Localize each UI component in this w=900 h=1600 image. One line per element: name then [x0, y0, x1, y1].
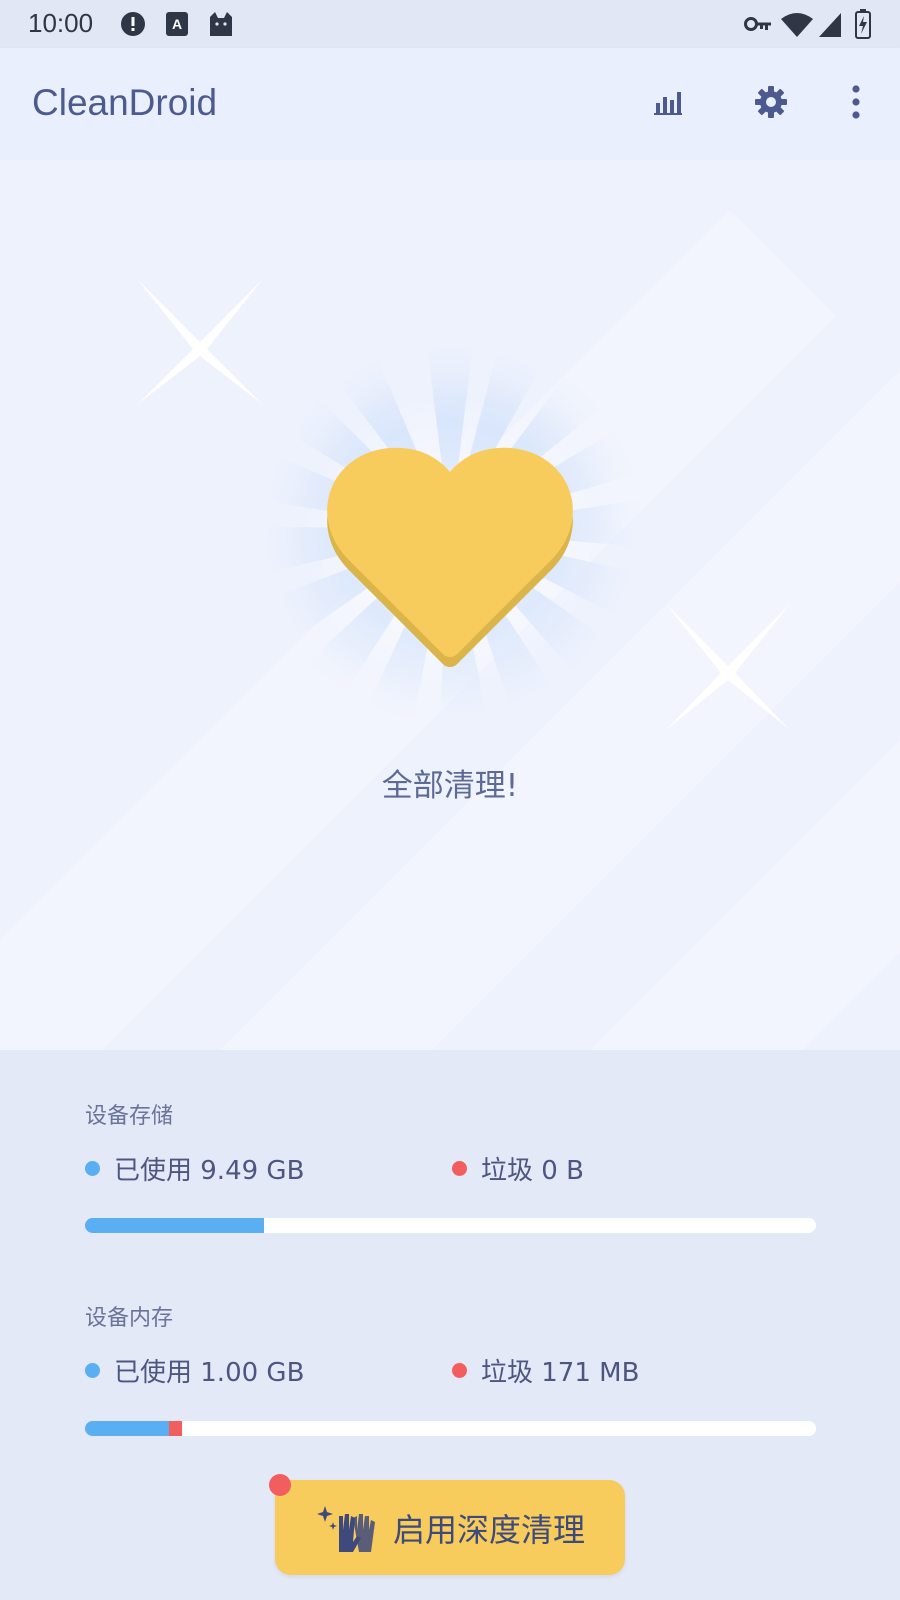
storage-junk-label: 垃圾 0 B — [481, 1156, 584, 1186]
junk-dot — [452, 1161, 467, 1176]
alert-circle-icon — [120, 11, 146, 41]
svg-text:A: A — [172, 16, 182, 32]
memory-title: 设备内存 — [85, 1306, 174, 1331]
used-dot — [85, 1363, 100, 1378]
memory-used-label: 已使用 1.00 GB — [114, 1358, 305, 1388]
deep-clean-label: 启用深度清理 — [392, 1510, 585, 1549]
a-square-icon: A — [165, 11, 189, 41]
app-title: CleanDroid — [32, 82, 218, 123]
hero-panel: 全部清理! — [0, 160, 900, 1050]
settings-button[interactable] — [743, 76, 799, 132]
memory-junk-label: 垃圾 171 MB — [481, 1358, 640, 1388]
gloves-sparkle-icon — [315, 1502, 377, 1554]
wifi-icon — [780, 12, 814, 42]
storage-progress-bar — [85, 1218, 816, 1233]
app-bar: CleanDroid — [0, 48, 900, 160]
sparkle-icon — [666, 604, 790, 730]
cat-icon — [207, 11, 235, 41]
storage-title: 设备存储 — [85, 1104, 174, 1129]
status-time: 10:00 — [28, 8, 94, 38]
storage-used-legend: 已使用 9.49 GB — [85, 1150, 304, 1187]
bar-chart-icon — [653, 88, 683, 120]
used-dot — [85, 1161, 100, 1176]
memory-progress-bar — [85, 1421, 816, 1436]
storage-used-fill — [85, 1218, 265, 1233]
storage-used-label: 已使用 9.49 GB — [114, 1156, 305, 1186]
signal-icon — [818, 12, 842, 42]
battery-charging-icon — [855, 9, 871, 43]
sparkle-icon — [138, 280, 262, 404]
notification-badge — [269, 1474, 291, 1496]
more-options-button[interactable] — [828, 76, 884, 132]
memory-junk-legend: 垃圾 171 MB — [452, 1352, 639, 1389]
junk-dot — [452, 1363, 467, 1378]
key-icon — [744, 14, 772, 38]
storage-junk-legend: 垃圾 0 B — [452, 1150, 584, 1187]
memory-used-legend: 已使用 1.00 GB — [85, 1352, 304, 1389]
memory-junk-fill — [169, 1421, 183, 1436]
memory-used-fill — [85, 1421, 170, 1436]
hero-illustration — [138, 280, 790, 732]
status-bar: 10:00 A — [0, 0, 900, 48]
gear-icon — [753, 84, 789, 124]
stats-button[interactable] — [640, 76, 696, 132]
clean-status-text: 全部清理! — [381, 768, 519, 804]
deep-clean-button[interactable]: 启用深度清理 — [269, 1474, 625, 1575]
more-vertical-icon — [851, 85, 861, 123]
